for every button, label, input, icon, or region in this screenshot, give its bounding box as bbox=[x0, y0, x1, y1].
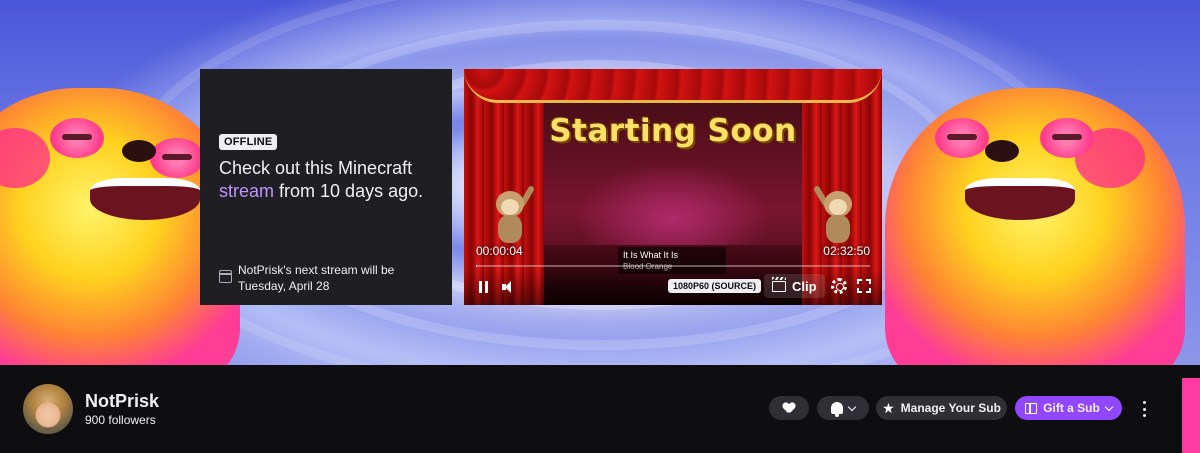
banner-creature-right bbox=[885, 88, 1185, 365]
video-player[interactable]: Starting Soon 00:00:04 02:32:50 It Is Wh… bbox=[464, 69, 882, 305]
volume-icon[interactable] bbox=[502, 280, 516, 294]
offline-title-prefix: Check out this Minecraft bbox=[219, 158, 413, 178]
pause-icon[interactable] bbox=[478, 281, 489, 293]
starting-soon-text: Starting Soon bbox=[549, 113, 797, 149]
manage-sub-label: Manage Your Sub bbox=[900, 401, 1001, 415]
seek-bar[interactable] bbox=[476, 265, 870, 267]
chevron-down-icon bbox=[847, 402, 857, 411]
clapperboard-icon bbox=[772, 276, 786, 292]
monkey-right bbox=[812, 184, 856, 251]
time-elapsed: 00:00:04 bbox=[476, 244, 523, 258]
heart-icon bbox=[783, 403, 795, 414]
follow-button[interactable] bbox=[769, 396, 809, 420]
gift-sub-label: Gift a Sub bbox=[1043, 401, 1100, 415]
follower-count: 900 followers bbox=[85, 413, 156, 427]
gear-icon[interactable] bbox=[831, 278, 847, 294]
curtain-valance bbox=[464, 69, 882, 103]
star-icon: ★ bbox=[882, 400, 895, 416]
song-title: It Is What It Is bbox=[623, 250, 679, 260]
channel-name[interactable]: NotPrisk bbox=[85, 391, 159, 412]
player-controls: 1080P60 (SOURCE) Clip bbox=[464, 269, 882, 305]
clip-button[interactable]: Clip bbox=[764, 274, 825, 298]
time-total: 02:32:50 bbox=[823, 244, 870, 258]
quality-badge: 1080P60 (SOURCE) bbox=[668, 279, 762, 293]
banner-edge-strip bbox=[1182, 378, 1200, 453]
monkey-left bbox=[492, 184, 536, 251]
next-stream-date: Tuesday, April 28 bbox=[238, 279, 330, 293]
manage-sub-button[interactable]: ★ Manage Your Sub bbox=[876, 396, 1007, 420]
past-stream-link[interactable]: stream bbox=[219, 181, 274, 201]
avatar[interactable] bbox=[23, 384, 73, 434]
offline-card: OFFLINE Check out this Minecraft stream … bbox=[200, 69, 452, 305]
next-stream-line1: NotPrisk's next stream will be bbox=[238, 263, 395, 277]
channel-info-bar: NotPrisk 900 followers ★ Manage Your Sub… bbox=[0, 365, 1182, 453]
more-options-icon[interactable] bbox=[1138, 401, 1150, 417]
gift-icon bbox=[1025, 402, 1038, 414]
bell-icon bbox=[831, 402, 843, 417]
next-stream-info: NotPrisk's next stream will be Tuesday, … bbox=[219, 262, 444, 294]
gift-sub-button[interactable]: Gift a Sub bbox=[1015, 396, 1122, 420]
seek-bar-fill bbox=[476, 265, 478, 267]
notifications-button[interactable] bbox=[817, 396, 869, 420]
clip-label: Clip bbox=[792, 278, 817, 294]
chevron-down-icon bbox=[1104, 402, 1114, 411]
offline-badge: OFFLINE bbox=[219, 134, 278, 150]
calendar-icon bbox=[219, 270, 232, 283]
fullscreen-icon[interactable] bbox=[857, 279, 871, 293]
offline-title-suffix: from 10 days ago. bbox=[279, 181, 424, 201]
offline-title: Check out this Minecraft stream from 10 … bbox=[219, 157, 444, 203]
